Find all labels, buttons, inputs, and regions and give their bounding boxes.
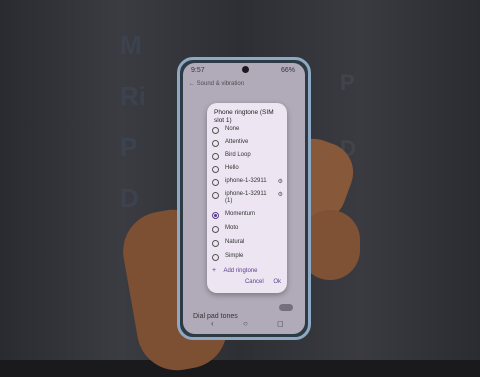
ringtone-option[interactable]: Bird Loop <box>212 151 286 163</box>
ringtone-label: Hello <box>225 165 239 171</box>
ok-button[interactable]: Ok <box>273 279 281 285</box>
bg-letter: Ri <box>120 81 146 111</box>
back-icon[interactable]: ‹ <box>211 319 214 328</box>
home-icon[interactable]: ○ <box>243 319 248 328</box>
gear-icon[interactable]: ⚙ <box>278 178 283 185</box>
ringtone-label: None <box>225 126 240 132</box>
phone-screen: 9:57 66% ← Sound & vibration Dial pad to… <box>183 63 305 334</box>
radio-selected-icon <box>212 212 219 219</box>
navigation-bar: ‹ ○ ◻ <box>183 319 305 331</box>
bg-letter: P <box>120 132 138 162</box>
add-ringtone-button[interactable]: + Add ringtone <box>212 267 257 274</box>
ringtone-label: Bird Loop <box>225 152 251 158</box>
radio-icon <box>212 166 219 173</box>
radio-icon <box>212 240 219 247</box>
radio-icon <box>212 140 219 147</box>
phone: 9:57 66% ← Sound & vibration Dial pad to… <box>177 57 311 340</box>
recents-icon[interactable]: ◻ <box>277 319 284 328</box>
background-text-left: M Ri P D <box>120 30 146 234</box>
ringtone-label: Simple <box>225 253 244 259</box>
ringtone-option[interactable]: iphone-1-32911 (1) ⚙ <box>212 190 286 208</box>
dialog-actions: Cancel Ok <box>237 279 281 285</box>
ringtone-option[interactable]: Moto <box>212 224 286 236</box>
radio-icon <box>212 153 219 160</box>
radio-icon <box>212 179 219 186</box>
ringtone-option[interactable]: None <box>212 125 286 137</box>
ringtone-option[interactable]: Hello <box>212 164 286 176</box>
ringtone-option[interactable]: Natural <box>212 238 286 250</box>
radio-icon <box>212 254 219 261</box>
ringtone-label: Attentive <box>225 139 249 145</box>
ringtone-label: iphone-1-32911 <box>225 178 267 184</box>
bg-letter: P <box>340 70 355 95</box>
bg-letter: D <box>120 183 139 213</box>
plus-icon: + <box>212 267 217 274</box>
radio-icon <box>212 127 219 134</box>
dialog-title: Phone ringtone (SIM slot 1) <box>214 109 274 124</box>
gear-icon[interactable]: ⚙ <box>278 191 283 198</box>
ringtone-label: iphone-1-32911 (1) <box>225 191 267 204</box>
cancel-button[interactable]: Cancel <box>245 279 264 285</box>
ringtone-option-selected[interactable]: Momentum <box>212 210 286 222</box>
ringtone-dialog: Phone ringtone (SIM slot 1) None Attenti… <box>207 103 287 293</box>
add-ringtone-label: Add ringtone <box>223 268 258 274</box>
ringtone-option[interactable]: iphone-1-32911 ⚙ <box>212 177 286 189</box>
ringtone-option[interactable]: Simple <box>212 252 286 264</box>
radio-icon <box>212 192 219 199</box>
bg-letter: M <box>120 30 142 60</box>
ringtone-option[interactable]: Attentive <box>212 138 286 150</box>
ringtone-label: Natural <box>225 239 245 245</box>
radio-icon <box>212 226 219 233</box>
ringtone-label: Momentum <box>225 211 256 217</box>
ringtone-label: Moto <box>225 225 239 231</box>
